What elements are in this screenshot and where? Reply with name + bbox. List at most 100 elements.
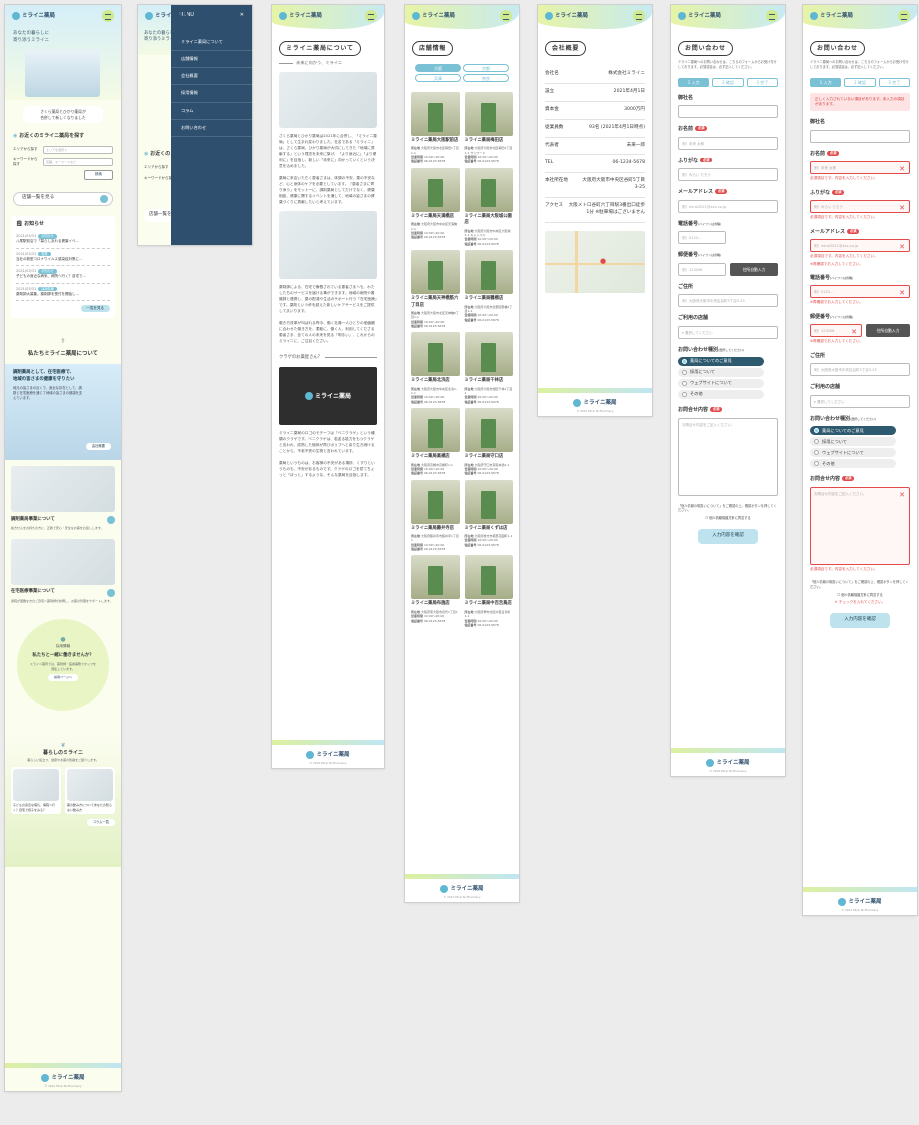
company-value: 大阪メトロ谷町六丁目駅3番出口徒歩1分 ※駐車場はございません	[568, 203, 645, 216]
menu-open-page: ミライニ薬局 あなたの暮らしに寄り添うミライニ ◉ お近くのミライニ薬局を探す …	[138, 5, 252, 245]
page-subtitle: 未来に向かう、ミライニ	[279, 60, 377, 66]
type-radio[interactable]: 採用について	[810, 437, 896, 447]
zip-input[interactable]: 例）123456	[678, 262, 726, 276]
news-more-button[interactable]: 一覧を見る	[80, 305, 110, 313]
tab-kyoto[interactable]: 京都	[463, 64, 509, 72]
shop-card[interactable]: ミライニ薬局中百舌鳥店 所在地 大阪府堺市北区中百舌鳥町1-1 営業時間 10:00…	[464, 555, 513, 627]
menu-item[interactable]: 店舗情報	[171, 51, 252, 69]
address-input[interactable]: 例）大阪府大阪市中央区谷町5丁目3-25	[810, 363, 910, 377]
name-input[interactable]: 例）未来 太郎 ✕	[810, 161, 910, 175]
type-radio[interactable]: 薬局についてのご意見	[678, 357, 764, 367]
news-title: 🗒 お知らせ	[16, 220, 45, 227]
company-value: 3000万円	[624, 106, 645, 112]
hamburger-menu-icon[interactable]	[766, 10, 778, 22]
privacy-checkbox[interactable]: ☐ 個人情報保護方針に同意する	[678, 516, 778, 521]
menu-item[interactable]: お問い合わせ	[171, 120, 252, 138]
shop-photo	[464, 555, 513, 600]
message-textarea[interactable]: お問合せ内容をご記入ください。 ✕	[810, 486, 910, 565]
shop-photo	[464, 479, 513, 524]
footer: ミライニ薬局 © 2021 Mirai Ni Pharmacy	[538, 381, 652, 416]
menu-item[interactable]: 採用情報	[171, 85, 252, 103]
hero-pharmacist-image	[25, 49, 100, 97]
column-card[interactable]: 子どもの身近な病気、病院へ行く？自宅で様子をみる？	[11, 767, 61, 815]
shop-select[interactable]: ▾ 選択してください	[678, 325, 778, 339]
phone-input[interactable]: 例）0120...	[678, 231, 726, 245]
column-more-button[interactable]: コラム一覧	[86, 819, 115, 827]
tab-nara[interactable]: 奈良	[463, 74, 509, 82]
search-button[interactable]: 検索	[84, 170, 113, 180]
kana-input[interactable]: 例）みらい たろう ✕	[810, 200, 910, 214]
confirm-button[interactable]: 入力内容を確認	[830, 612, 890, 628]
shop-card[interactable]: ミライニ薬局北浜店 所在地 大阪府大阪市中央区北浜1-1-1 営業時間 10:00〜…	[411, 332, 460, 404]
type-radio[interactable]: その他	[678, 390, 764, 400]
shop-card[interactable]: ミライニ薬局高槻店 所在地 大阪府高槻市高槻町1-1 営業時間 10:00〜20:0…	[411, 408, 460, 475]
news-item[interactable]: 2021/03/31 お知らせ 八尾駅前店で「暮らしあれる健康イベ…	[16, 231, 110, 249]
service-pharmacy-title[interactable]: 調剤薬局事業について	[11, 517, 55, 524]
shop-card[interactable]: ミライニ薬局布施店 所在地 大阪府東大阪市足代1丁目1 営業時間 10:00〜20:…	[411, 555, 460, 627]
keyword-input[interactable]: 店舗、キーワードなど	[43, 158, 113, 167]
shop-select[interactable]: ▾ 選択してください	[810, 394, 910, 408]
hamburger-menu-icon[interactable]	[365, 10, 377, 22]
company-button[interactable]: 会社概要	[85, 443, 111, 451]
logo[interactable]: ミライニ薬局	[12, 12, 55, 20]
footer: ミライニ薬局 © 2021 Mirai Ni Pharmacy	[405, 867, 519, 902]
shop-card[interactable]: ミライニ薬局守口店 所在地 大阪府守口市京阪本通1-1 営業時間 10:00〜20:…	[464, 408, 513, 475]
news-item[interactable]: 2021/03/31 営業 当社の新型コロナウイルス感染症対策に…	[16, 249, 110, 267]
shop-name: ミライニ薬局くずは店	[464, 525, 508, 531]
home-page: ミライニ薬局 あなたの暮らしに 寄り添うミライニ さくら薬局とひかり薬局が 合併して…	[5, 5, 121, 1091]
shop-card[interactable]: ミライニ薬局大阪駅前店 所在地 大阪府大阪市北区梅田1丁目1-1 営業時間 10:0…	[411, 92, 460, 164]
address-input[interactable]: 例）大阪府大阪市中央区谷町5丁目3-25	[678, 294, 778, 308]
privacy-checkbox[interactable]: ☐ 個人情報保護方針に同意する	[810, 593, 910, 598]
shop-card[interactable]: ミライニ薬局天神橋筋六丁目店 所在地 大阪府大阪市北区天神橋6丁目1-1 営業時間 …	[411, 250, 460, 328]
shop-card[interactable]: ミライニ薬局千林店 所在地 大阪府大阪市旭区千林1丁目1 営業時間 10:00〜20…	[464, 332, 513, 404]
hamburger-menu-icon[interactable]	[500, 10, 512, 22]
menu-item[interactable]: ミライニ薬局について	[171, 34, 252, 51]
step-complete: 3 完了	[746, 77, 778, 87]
confirm-button[interactable]: 入力内容を確認	[698, 528, 758, 544]
hamburger-menu-icon[interactable]	[898, 10, 910, 22]
shop-photo	[411, 479, 460, 524]
name-input[interactable]: 例）未来 太郎	[678, 136, 778, 150]
shop-card[interactable]: ミライニ薬局天満橋店 所在地 大阪府大阪市中央区天満橋1-1 営業時間 10:00〜…	[411, 167, 460, 246]
email-input[interactable]: 例）mirai2021@xxx.co.jp	[678, 199, 778, 213]
company-input[interactable]	[810, 129, 910, 143]
shop-card[interactable]: ミライニ薬局梅田店 所在地 大阪府大阪市北区梅田1丁目1-1 サンワード 営業時間 …	[464, 92, 513, 164]
area-select[interactable]: エリアを選択 ▾	[43, 145, 113, 154]
shop-card[interactable]: ミライニ薬局大阪城公園店 所在地 大阪府大阪市中央区大阪城1-1 キャッスル 営業時…	[464, 167, 513, 246]
news-item[interactable]: 2021/03/31 お知らせ 子どもの身近な病気、病院へ行く？自宅で…	[16, 266, 110, 284]
zip-input[interactable]: 例）123456 ✕	[810, 324, 862, 338]
kana-input[interactable]: 例）みらい たろう	[678, 168, 778, 182]
hamburger-menu-icon[interactable]	[633, 10, 645, 22]
type-radio[interactable]: 採用について	[678, 368, 764, 378]
type-radio[interactable]: 薬局についてのご意見	[810, 426, 896, 436]
shop-photo	[464, 408, 513, 453]
address-autofill-button[interactable]: 住所自動入力	[730, 262, 778, 276]
news-date: 2021/03/31	[16, 234, 37, 239]
tab-osaka[interactable]: 大阪	[415, 64, 461, 72]
tab-hyogo[interactable]: 兵庫	[415, 74, 461, 82]
shop-card[interactable]: ミライニ薬局藤井寺店 所在地 大阪府藤井寺市藤井寺1丁目1 営業時間 10:00〜2…	[411, 479, 460, 552]
shop-card[interactable]: ミライニ薬局くずは店 所在地 大阪府枚方市楠葉花園町1-1 営業時間 10:00〜2…	[464, 479, 513, 552]
message-textarea[interactable]: お問合せ内容をご記入ください。	[678, 417, 778, 496]
type-radio[interactable]: その他	[810, 459, 896, 469]
company-value: 93名 (2021年4月1日時点)	[589, 124, 645, 130]
shop-list-button[interactable]: 店舗一覧を見る	[13, 191, 113, 206]
address-autofill-button[interactable]: 住所自動入力	[866, 324, 910, 338]
email-input[interactable]: 例）mirai2021@xxx.co.jp ✕	[810, 239, 910, 253]
company-input[interactable]	[678, 105, 778, 119]
shop-details: 所在地 大阪府大阪市中央区北浜1-1-1 営業時間 10:00〜20:00 電話番号…	[411, 386, 457, 404]
menu-item[interactable]: コラム	[171, 103, 252, 120]
menu-item[interactable]: 会社概要	[171, 68, 252, 86]
recruit-button[interactable]: 採用ページへ	[48, 674, 78, 681]
hamburger-menu-icon[interactable]	[102, 10, 114, 22]
arrow-right-icon[interactable]	[107, 588, 115, 597]
type-radio[interactable]: ウェブサイトについて	[810, 448, 896, 458]
column-card[interactable]: 薬の飲み方についてあなたの知らない飲み方	[65, 767, 115, 815]
type-radio[interactable]: ウェブサイトについて	[678, 379, 764, 389]
access-map[interactable]: ●	[545, 230, 645, 293]
arrow-right-icon[interactable]	[107, 516, 115, 525]
news-item[interactable]: 2021/03/31 採用情報 薬剤師大募集。薬剤師を受付を開始し…	[16, 284, 110, 302]
service-home-care-title[interactable]: 在宅医療事業について	[11, 589, 55, 596]
phone-input[interactable]: 例）0120... ✕	[810, 285, 910, 299]
shop-card[interactable]: ミライニ薬局鶴橋店 所在地 大阪府大阪市生野区鶴橋1丁目1-1 営業時間 10:00…	[464, 250, 513, 328]
